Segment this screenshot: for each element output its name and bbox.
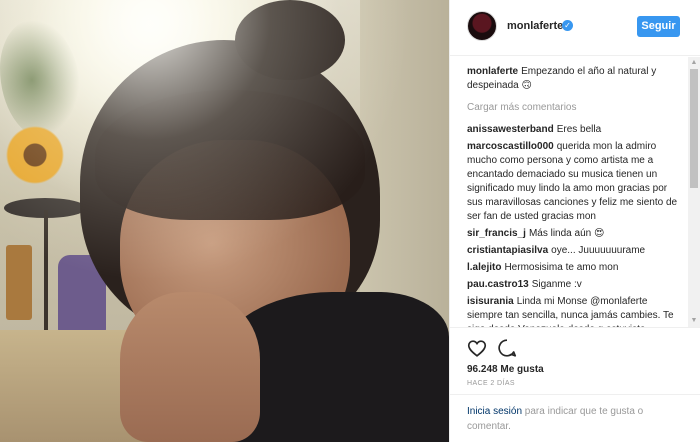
- list-item: pau.castro13 Siganme :v: [467, 278, 679, 292]
- list-item: isisurania Linda mi Monse @monlaferte sie…: [467, 295, 679, 327]
- comments-scrollbar[interactable]: ▲ ▼: [688, 57, 700, 327]
- comment-author[interactable]: l.alejito: [467, 262, 501, 273]
- comments-list[interactable]: monlaferte Empezando el año al natural y …: [450, 57, 700, 327]
- comment-icon[interactable]: [496, 337, 518, 359]
- comment-text: Hermosisima te amo mon: [504, 262, 619, 273]
- scrollbar-thumb[interactable]: [690, 69, 698, 188]
- login-prompt-text: Inicia sesión para indicar que te gusta …: [467, 404, 682, 434]
- post-timestamp[interactable]: HACE 2 DÍAS: [467, 380, 515, 387]
- comment-text: Eres bella: [556, 124, 602, 135]
- comment-author[interactable]: marcoscastillo000: [467, 141, 554, 152]
- comment-text: oye... Juuuuuuurame: [551, 245, 646, 256]
- caption-author[interactable]: monlaferte: [467, 66, 518, 77]
- post-side-panel: monlaferte ✓ Seguir monlaferte Empezando …: [449, 0, 700, 442]
- login-prompt: Inicia sesión para indicar que te gusta …: [450, 394, 700, 442]
- caption: monlaferte Empezando el año al natural y …: [467, 65, 679, 93]
- likes-count[interactable]: 96.248 Me gusta: [467, 364, 544, 375]
- scroll-up-icon[interactable]: ▲: [688, 57, 700, 69]
- comments-content: monlaferte Empezando el año al natural y …: [467, 65, 679, 327]
- comment-author[interactable]: anissawesterband: [467, 124, 554, 135]
- follow-button[interactable]: Seguir: [637, 16, 680, 37]
- photo-sunlight: [0, 0, 449, 442]
- list-item: marcoscastillo000 querida mon la admiro m…: [467, 140, 679, 224]
- post-photo: [0, 0, 449, 442]
- heart-icon[interactable]: [466, 337, 488, 359]
- verified-badge-icon: ✓: [562, 20, 573, 31]
- comment-author[interactable]: pau.castro13: [467, 279, 529, 290]
- list-item: anissawesterband Eres bella: [467, 123, 679, 137]
- avatar[interactable]: [467, 11, 497, 41]
- list-item: cristiantapiasilva oye... Juuuuuuurame: [467, 244, 679, 258]
- comment-author[interactable]: cristiantapiasilva: [467, 245, 548, 256]
- comment-text: Siganme :v: [531, 279, 582, 290]
- login-link[interactable]: Inicia sesión: [467, 406, 522, 417]
- list-item: l.alejito Hermosisima te amo mon: [467, 261, 679, 275]
- comment-text: Más linda aún 😍: [528, 228, 605, 239]
- load-more-comments-button[interactable]: Cargar más comentarios: [467, 101, 679, 115]
- comment-author[interactable]: sir_francis_j: [467, 228, 526, 239]
- post-header: monlaferte ✓ Seguir: [450, 0, 700, 56]
- header-username[interactable]: monlaferte: [507, 20, 563, 32]
- scroll-down-icon[interactable]: ▼: [688, 315, 700, 327]
- comment-author[interactable]: isisurania: [467, 296, 514, 307]
- list-item: sir_francis_j Más linda aún 😍: [467, 227, 679, 241]
- comment-text: querida mon la admiro mucho como persona…: [467, 141, 678, 222]
